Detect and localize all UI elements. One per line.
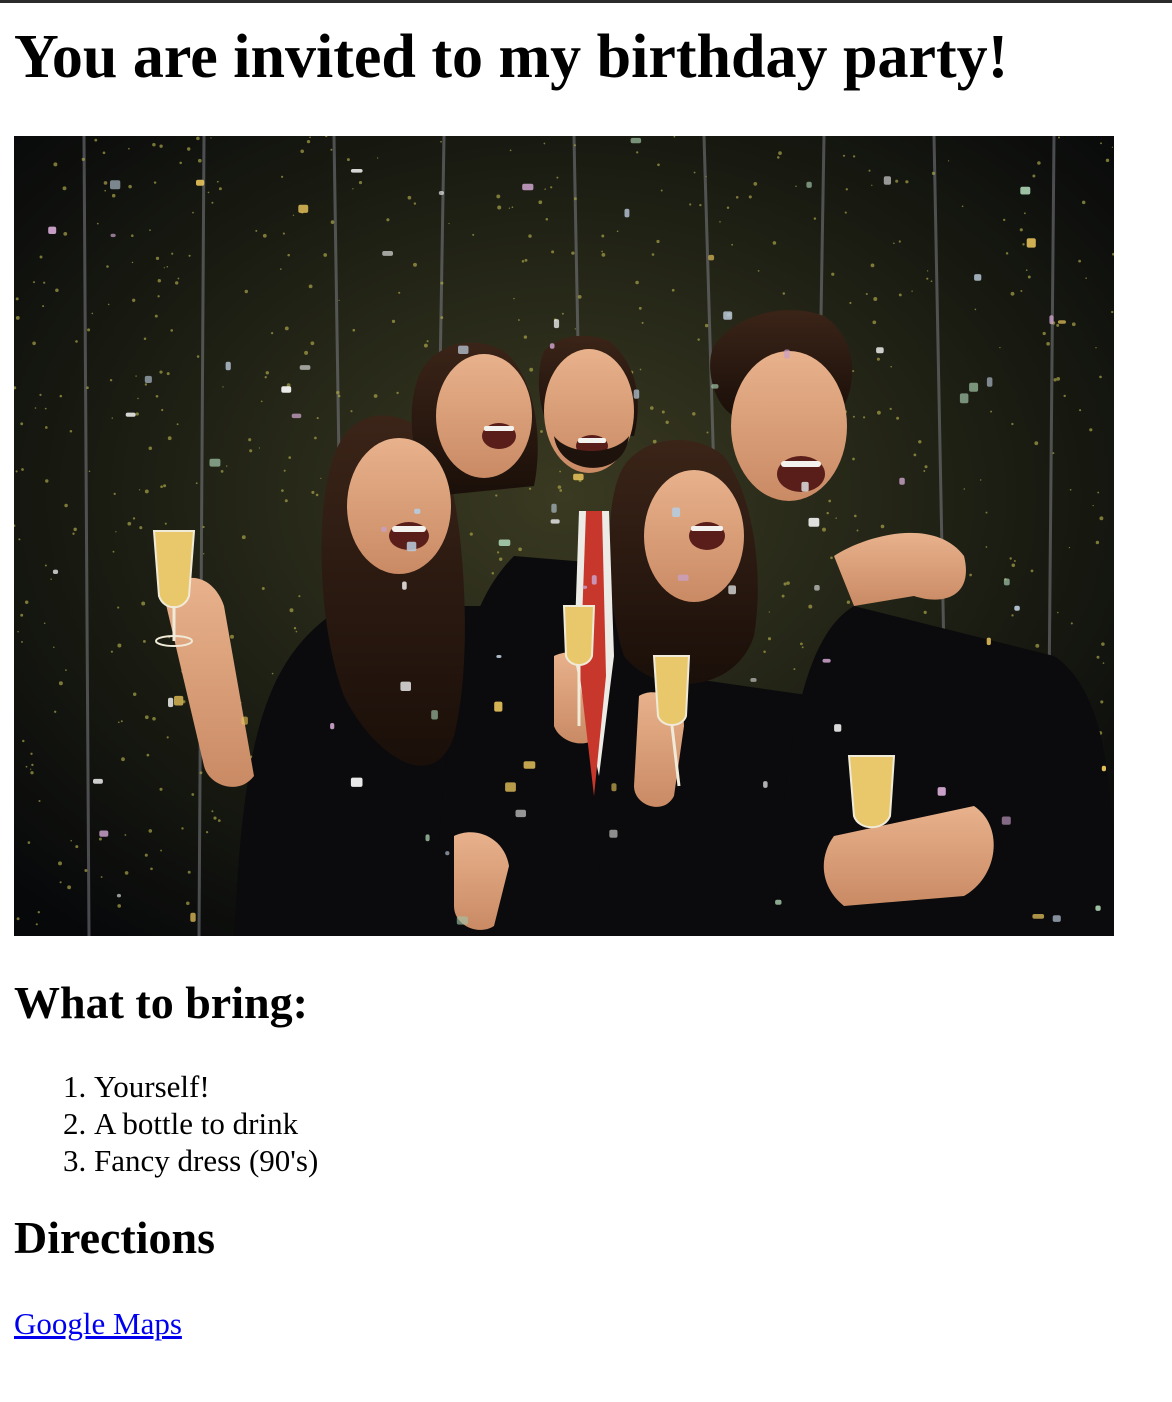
list-item: Yourself!	[94, 1068, 1172, 1105]
bring-list: Yourself! A bottle to drink Fancy dress …	[14, 1068, 1172, 1179]
bring-heading: What to bring:	[14, 977, 308, 1028]
page-title: You are invited to my birthday party!	[14, 23, 1009, 91]
list-item: Fancy dress (90's)	[94, 1142, 1172, 1179]
party-photo-illustration	[14, 136, 1114, 936]
list-item: A bottle to drink	[94, 1105, 1172, 1142]
party-photo	[14, 136, 1114, 936]
google-maps-link[interactable]: Google Maps	[14, 1305, 182, 1342]
directions-heading: Directions	[14, 1212, 216, 1263]
page: You are invited to my birthday party! Wh…	[0, 0, 1172, 1342]
